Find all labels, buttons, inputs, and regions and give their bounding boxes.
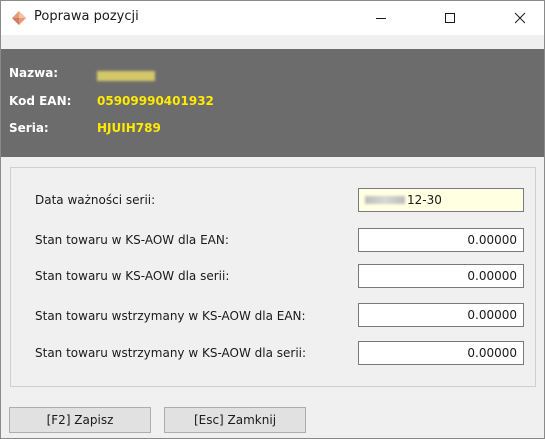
held-stock-ean-field[interactable]: 0.00000 bbox=[358, 303, 524, 327]
stock-ean-field[interactable]: 0.00000 bbox=[358, 228, 524, 252]
label-held-stock-ean: Stan towaru wstrzymany w KS-AOW dla EAN: bbox=[35, 309, 306, 323]
diamond-app-icon bbox=[11, 10, 27, 26]
date-value: 12-30 bbox=[407, 193, 442, 207]
save-button[interactable]: [F2] Zapisz bbox=[9, 407, 151, 433]
name-value-redacted bbox=[97, 70, 155, 84]
ean-label: Kod EAN: bbox=[9, 94, 72, 108]
dialog-window: Poprawa pozycji Nazwa: Kod EAN: 05909990… bbox=[0, 0, 545, 439]
date-redacted bbox=[365, 196, 405, 204]
label-stock-series: Stan towaru w KS-AOW dla serii: bbox=[35, 269, 230, 283]
label-held-stock-series: Stan towaru wstrzymany w KS-AOW dla seri… bbox=[35, 346, 307, 360]
maximize-icon bbox=[444, 12, 456, 24]
ean-value: 05909990401932 bbox=[97, 94, 214, 108]
label-series-expiry: Data ważności serii: bbox=[35, 193, 156, 207]
series-label: Seria: bbox=[9, 121, 49, 135]
held-stock-series-field[interactable]: 0.00000 bbox=[358, 341, 524, 365]
product-info-header: Nazwa: Kod EAN: 05909990401932 Seria: HJ… bbox=[1, 49, 544, 157]
stock-series-field[interactable]: 0.00000 bbox=[358, 264, 524, 288]
minimize-icon bbox=[375, 12, 387, 24]
close-button[interactable] bbox=[497, 1, 543, 35]
maximize-button[interactable] bbox=[427, 1, 473, 35]
window-title: Poprawa pozycji bbox=[34, 9, 139, 24]
label-stock-ean: Stan towaru w KS-AOW dla EAN: bbox=[35, 233, 229, 247]
close-dialog-button[interactable]: [Esc] Zamknij bbox=[164, 407, 306, 433]
button-bar: [F2] Zapisz [Esc] Zamknij bbox=[1, 397, 544, 438]
series-value: HJUIH789 bbox=[97, 121, 161, 135]
series-expiry-date-field[interactable]: 12-30 bbox=[358, 188, 524, 212]
close-icon bbox=[514, 12, 526, 24]
name-label: Nazwa: bbox=[9, 66, 59, 80]
minimize-button[interactable] bbox=[358, 1, 404, 35]
title-bar[interactable]: Poprawa pozycji bbox=[1, 1, 544, 35]
